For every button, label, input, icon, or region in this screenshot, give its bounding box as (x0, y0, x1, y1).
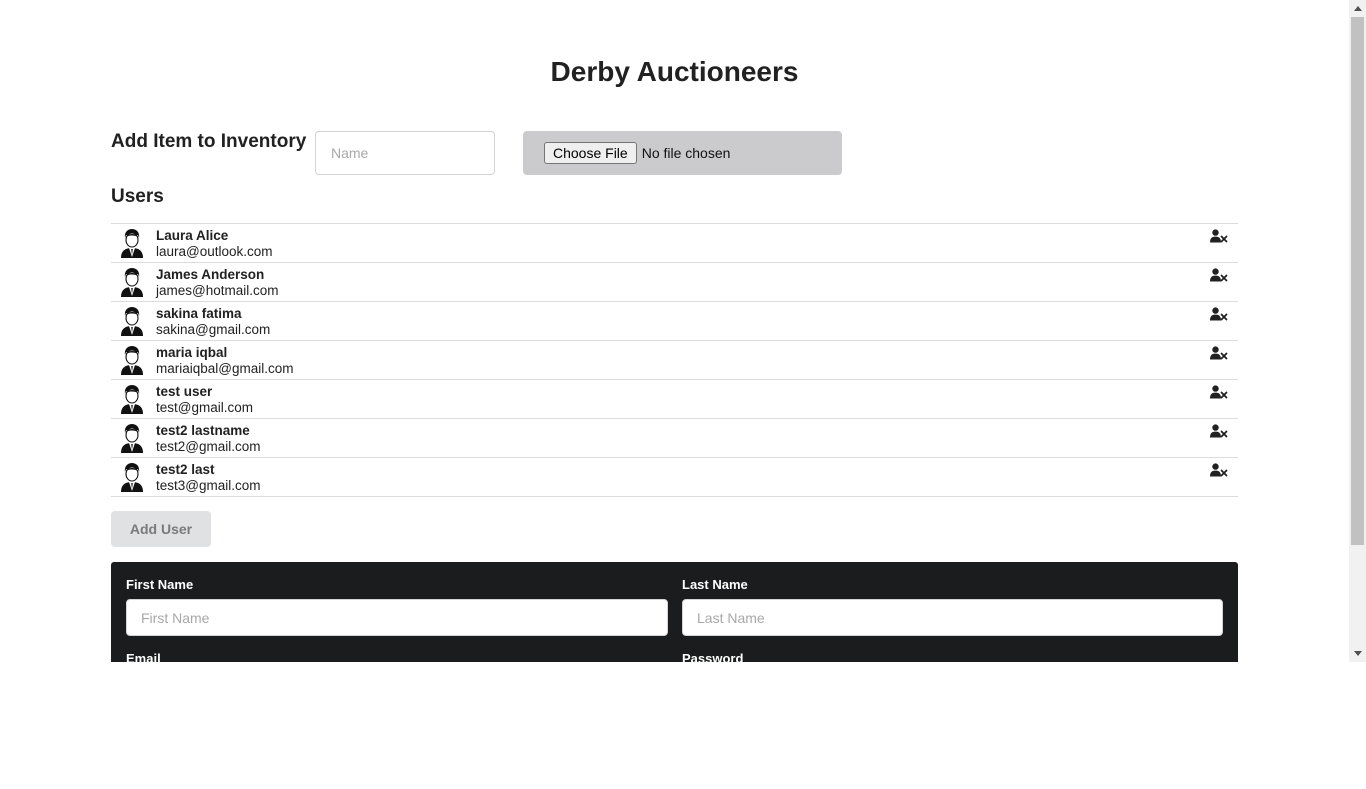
file-status-text: No file chosen (641, 145, 731, 161)
add-user-form: First Name Last Name Email Password (111, 562, 1238, 662)
file-upload-area: Choose File No file chosen (523, 131, 842, 175)
email-label: Email (126, 651, 161, 662)
user-avatar-icon (120, 345, 144, 375)
user-name: test user (156, 384, 213, 399)
user-name: sakina fatima (156, 306, 242, 321)
last-name-label: Last Name (682, 577, 748, 592)
user-list-item: Laura Alice laura@outlook.com (111, 224, 1238, 263)
user-avatar-icon (120, 228, 144, 258)
first-name-label: First Name (126, 577, 194, 592)
user-times-icon[interactable] (1210, 463, 1228, 477)
user-name: Laura Alice (156, 228, 229, 243)
item-name-input[interactable] (315, 131, 495, 175)
user-times-icon[interactable] (1210, 385, 1228, 399)
user-list-item: test2 last test3@gmail.com (111, 458, 1238, 497)
password-label: Password (682, 651, 744, 662)
scroll-up-arrow-icon[interactable] (1349, 0, 1366, 17)
last-name-input[interactable] (682, 599, 1223, 636)
user-name: James Anderson (156, 267, 265, 282)
user-list-item: maria iqbal mariaiqbal@gmail.com (111, 341, 1238, 380)
user-times-icon[interactable] (1210, 268, 1228, 282)
user-times-icon[interactable] (1210, 229, 1228, 243)
user-email: laura@outlook.com (156, 244, 273, 259)
user-avatar-icon (120, 462, 144, 492)
user-avatar-icon (120, 267, 144, 297)
user-times-icon[interactable] (1210, 307, 1228, 321)
user-times-icon[interactable] (1210, 346, 1228, 360)
user-email: test3@gmail.com (156, 478, 261, 493)
user-avatar-icon (120, 306, 144, 336)
user-email: mariaiqbal@gmail.com (156, 361, 294, 376)
user-email: test2@gmail.com (156, 439, 261, 454)
vertical-scrollbar[interactable] (1349, 0, 1366, 662)
user-email: sakina@gmail.com (156, 322, 271, 337)
user-list-item: test2 lastname test2@gmail.com (111, 419, 1238, 458)
page-title: Derby Auctioneers (550, 56, 799, 87)
scrollbar-thumb[interactable] (1351, 17, 1364, 545)
user-name: test2 lastname (156, 423, 250, 438)
first-name-input[interactable] (126, 599, 668, 636)
scroll-down-arrow-icon[interactable] (1349, 645, 1366, 662)
page-viewport: Derby Auctioneers Add Item to Inventory … (0, 0, 1366, 662)
user-avatar-icon (120, 423, 144, 453)
user-name: maria iqbal (156, 345, 228, 360)
user-list-item: test user test@gmail.com (111, 380, 1238, 419)
user-email: james@hotmail.com (156, 283, 279, 298)
users-heading: Users (111, 186, 164, 207)
user-list: Laura Alice laura@outlook.com James Anders… (111, 223, 1238, 497)
user-times-icon[interactable] (1210, 424, 1228, 438)
user-email: test@gmail.com (156, 400, 253, 415)
choose-file-button[interactable]: Choose File (544, 142, 637, 164)
user-list-item: sakina fatima sakina@gmail.com (111, 302, 1238, 341)
add-item-heading: Add Item to Inventory (111, 131, 307, 152)
add-user-button[interactable]: Add User (111, 511, 211, 547)
user-list-item: James Anderson james@hotmail.com (111, 263, 1238, 302)
user-avatar-icon (120, 384, 144, 414)
user-name: test2 last (156, 462, 215, 477)
